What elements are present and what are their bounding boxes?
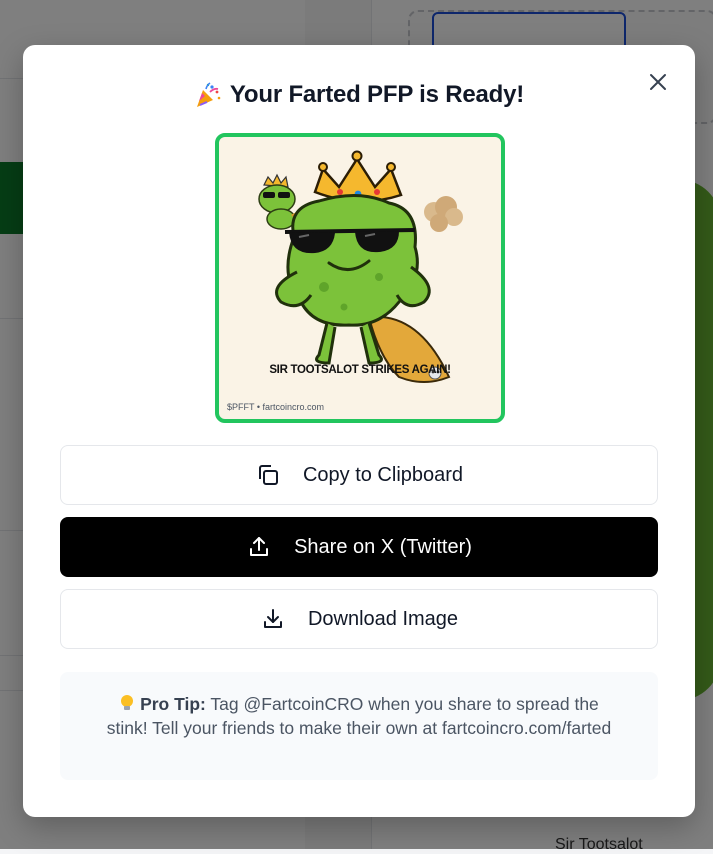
party-popper-icon [196,82,221,107]
copy-icon [255,462,281,488]
copy-to-clipboard-button[interactable]: Copy to Clipboard [60,445,658,505]
modal-header: Your Farted PFP is Ready! [23,79,695,111]
pfp-ready-modal: Your Farted PFP is Ready! SIR TOOTSALOT … [23,45,695,817]
modal-title: Your Farted PFP is Ready! [229,81,525,108]
share-icon [246,534,272,560]
share-button-label: Share on X (Twitter) [294,535,472,558]
pro-tip-box: Pro Tip: Tag @FartcoinCRO when you share… [60,672,658,780]
download-icon [260,606,286,632]
copy-button-label: Copy to Clipboard [302,463,464,486]
pfp-caption: SIR TOOTSALOT STRIKES AGAIN! [269,364,451,376]
lightbulb-icon [119,694,140,714]
share-on-x-button[interactable]: Share on X (Twitter) [60,517,658,577]
fart-cloud-icon [424,196,463,232]
pfp-character-illustration [258,150,463,383]
download-image-button[interactable]: Download Image [60,589,658,649]
pfp-watermark: $PFFT • fartcoincro.com [227,402,325,412]
crown-icon [313,150,403,203]
download-button-label: Download Image [307,607,459,630]
pfp-preview-image: SIR TOOTSALOT STRIKES AGAIN! $PFFT • far… [215,133,505,423]
pro-tip-label: Pro Tip: [140,694,206,714]
